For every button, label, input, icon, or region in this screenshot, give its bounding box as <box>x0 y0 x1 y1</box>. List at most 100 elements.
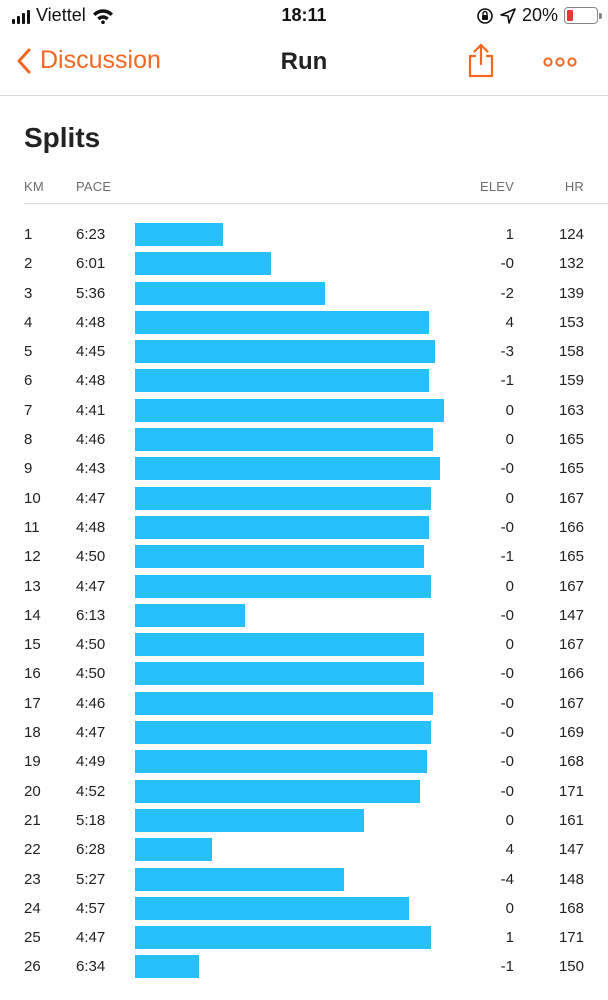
pace-bar <box>135 838 212 862</box>
split-pace: 4:47 <box>76 929 106 947</box>
split-km: 10 <box>24 489 41 507</box>
split-row[interactable]: 16 4:50 -0 166 <box>0 659 608 688</box>
split-elevation: -1 <box>500 548 514 566</box>
pace-bar <box>135 545 424 569</box>
split-row[interactable]: 22 6:28 4 147 <box>0 835 608 864</box>
split-row[interactable]: 12 4:50 -1 165 <box>0 542 608 571</box>
split-row[interactable]: 4 4:48 4 153 <box>0 308 608 337</box>
split-row[interactable]: 18 4:47 -0 169 <box>0 718 608 747</box>
split-elevation: -0 <box>500 782 514 800</box>
split-row[interactable]: 11 4:48 -0 166 <box>0 513 608 542</box>
split-pace: 4:47 <box>76 577 106 595</box>
split-elevation: -0 <box>500 460 514 478</box>
split-heart-rate: 161 <box>558 811 584 829</box>
split-pace: 4:47 <box>76 724 106 742</box>
split-km: 17 <box>24 694 41 712</box>
pace-bar <box>135 574 431 598</box>
split-heart-rate: 168 <box>558 753 584 771</box>
pace-bar <box>135 515 429 539</box>
back-button[interactable]: Discussion <box>16 46 161 75</box>
split-elevation: 0 <box>505 489 514 507</box>
split-row[interactable]: 17 4:46 -0 167 <box>0 689 608 718</box>
split-heart-rate: 163 <box>558 401 584 419</box>
split-row[interactable]: 6 4:48 -1 159 <box>0 366 608 395</box>
split-pace: 4:41 <box>76 401 106 419</box>
split-pace: 6:13 <box>76 606 106 624</box>
section-title: Splits <box>24 122 101 153</box>
split-elevation: -0 <box>500 753 514 771</box>
split-row[interactable]: 24 4:57 0 168 <box>0 894 608 923</box>
split-row[interactable]: 13 4:47 0 167 <box>0 572 608 601</box>
pace-bar <box>135 662 424 686</box>
pace-bar <box>135 281 325 305</box>
column-header-km: KM <box>24 179 44 194</box>
split-elevation: -0 <box>500 724 514 742</box>
split-row[interactable]: 21 5:18 0 161 <box>0 806 608 835</box>
split-elevation: -0 <box>500 606 514 624</box>
split-row[interactable]: 26 6:34 -1 150 <box>0 952 608 981</box>
split-heart-rate: 124 <box>558 226 584 243</box>
splits-list: 1 6:23 1 124 2 6:01 -0 132 3 5:36 -2 139 4 4:48 4 153 5 4… <box>0 220 608 982</box>
split-km: 22 <box>24 841 41 859</box>
split-km: 2 <box>24 255 33 273</box>
split-elevation: 0 <box>505 899 514 917</box>
split-row[interactable]: 14 6:13 -0 147 <box>0 601 608 630</box>
split-heart-rate: 159 <box>558 372 584 390</box>
split-elevation: 4 <box>505 313 514 331</box>
split-elevation: -3 <box>500 343 514 361</box>
split-km: 24 <box>24 899 41 917</box>
split-km: 12 <box>24 548 41 566</box>
split-pace: 6:34 <box>76 958 106 976</box>
split-heart-rate: 165 <box>558 460 584 478</box>
split-heart-rate: 147 <box>558 841 584 859</box>
status-right: 20% <box>476 5 602 26</box>
split-row[interactable]: 25 4:47 1 171 <box>0 923 608 952</box>
split-row[interactable]: 3 5:36 -2 139 <box>0 279 608 308</box>
split-km: 4 <box>24 313 33 331</box>
split-elevation: -2 <box>500 284 514 302</box>
split-row[interactable]: 1 6:23 1 124 <box>0 220 608 249</box>
share-button[interactable] <box>466 42 496 78</box>
split-row[interactable]: 15 4:50 0 167 <box>0 630 608 659</box>
split-pace: 4:49 <box>76 753 106 771</box>
battery-icon <box>564 7 602 24</box>
split-heart-rate: 171 <box>558 782 584 800</box>
split-row[interactable]: 2 6:01 -0 132 <box>0 249 608 278</box>
split-pace: 4:50 <box>76 548 106 566</box>
split-elevation: -1 <box>500 958 514 976</box>
split-km: 9 <box>24 460 33 478</box>
split-km: 20 <box>24 782 41 800</box>
split-elevation: -1 <box>500 372 514 390</box>
split-row[interactable]: 20 4:52 -0 171 <box>0 777 608 806</box>
split-km: 18 <box>24 724 41 742</box>
split-km: 16 <box>24 665 41 683</box>
split-pace: 5:36 <box>76 284 106 302</box>
split-pace: 4:50 <box>76 665 106 683</box>
pace-bar <box>135 633 424 657</box>
split-km: 23 <box>24 870 41 888</box>
share-icon <box>468 43 494 78</box>
split-row[interactable]: 8 4:46 0 165 <box>0 425 608 454</box>
split-row[interactable]: 10 4:47 0 167 <box>0 484 608 513</box>
split-row[interactable]: 19 4:49 -0 168 <box>0 747 608 776</box>
split-km: 26 <box>24 958 41 976</box>
split-km: 19 <box>24 753 41 771</box>
split-row[interactable]: 7 4:41 0 163 <box>0 396 608 425</box>
split-heart-rate: 153 <box>558 313 584 331</box>
back-label: Discussion <box>40 46 161 74</box>
split-pace: 4:46 <box>76 431 106 449</box>
column-header-elev: ELEV <box>479 179 514 194</box>
split-heart-rate: 169 <box>558 724 584 742</box>
more-options-button[interactable] <box>540 54 580 70</box>
split-elevation: -0 <box>500 665 514 683</box>
split-km: 25 <box>24 929 41 947</box>
split-heart-rate: 165 <box>558 548 584 566</box>
split-pace: 4:45 <box>76 343 106 361</box>
split-row[interactable]: 9 4:43 -0 165 <box>0 454 608 483</box>
more-icon <box>543 57 577 67</box>
split-row[interactable]: 5 4:45 -3 158 <box>0 337 608 366</box>
split-row[interactable]: 23 5:27 -4 148 <box>0 865 608 894</box>
split-pace: 4:57 <box>76 899 106 917</box>
split-km: 3 <box>24 284 33 302</box>
split-km: 6 <box>24 372 33 390</box>
